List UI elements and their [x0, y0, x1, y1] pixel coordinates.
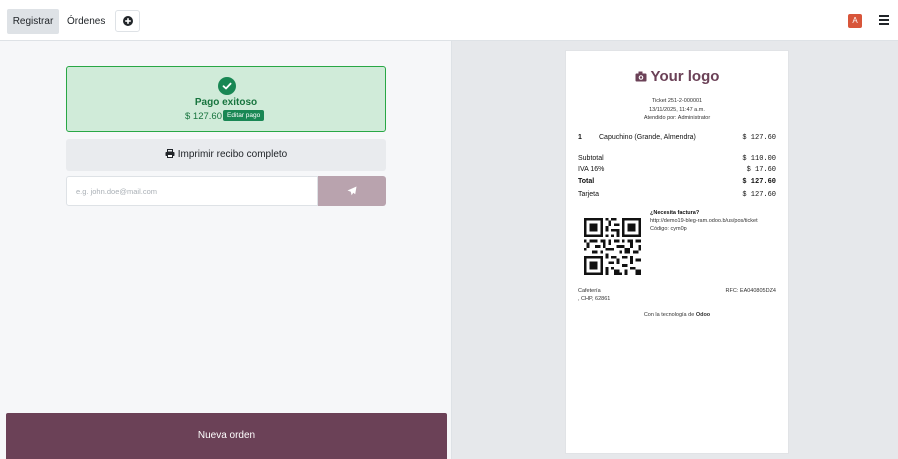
- print-receipt-button[interactable]: Imprimir recibo completo: [66, 139, 386, 171]
- tab-ordenes[interactable]: Órdenes: [60, 9, 112, 34]
- receipt-datetime: 13/11/2025, 11:47 a.m.: [649, 107, 705, 113]
- add-order-button[interactable]: [115, 10, 140, 32]
- receipt-ticket-number: Ticket 251-2-000001: [651, 98, 703, 104]
- receipt-payment-row: Tarjeta $ 127.60: [578, 191, 776, 199]
- company-name: Cafetería: [578, 288, 601, 294]
- total-value: $ 127.60: [742, 178, 776, 186]
- receipt-preview-pane: Your logo Ticket 251-2-000001 13/11/2025…: [452, 41, 898, 459]
- footer-prefix: Con la tecnología de: [643, 312, 695, 318]
- invoice-qr-code: [584, 218, 641, 275]
- payment-method-label: Tarjeta: [578, 191, 600, 198]
- new-order-button[interactable]: Nueva orden: [6, 413, 447, 459]
- payment-method-amount: $ 127.60: [742, 191, 776, 199]
- email-input[interactable]: [66, 176, 318, 206]
- invoice-url: http://demo19-bleg-ram.odoo.b/us/pos/tic…: [650, 218, 758, 224]
- company-address: , CHP, 62861: [578, 296, 611, 302]
- edit-payment-button[interactable]: Editar pago: [223, 110, 265, 121]
- receipt-total-row: Total $ 127.60: [578, 178, 776, 186]
- line-item-price: $ 127.60: [742, 134, 776, 142]
- check-circle-icon: [218, 77, 236, 95]
- receipt-footer: Con la tecnología de Odoo: [566, 312, 788, 318]
- subtotal-value: $ 110.00: [742, 155, 776, 163]
- receipt-logo: Your logo: [566, 68, 788, 85]
- user-avatar[interactable]: A: [848, 14, 862, 28]
- subtotal-label: Subtotal: [578, 155, 604, 162]
- paper-plane-icon: [347, 186, 357, 196]
- receipt-line-item: 1 Capuchino (Grande, Almendra) $ 127.60: [578, 134, 776, 142]
- invoice-title: ¿Necesita factura?: [650, 210, 700, 216]
- receipt: Your logo Ticket 251-2-000001 13/11/2025…: [565, 50, 789, 454]
- receipt-tax-row: IVA 16% $ 17.60: [578, 166, 776, 174]
- payment-amount: $ 127.60: [185, 111, 222, 122]
- invoice-code: Código: cym0p: [650, 226, 687, 232]
- receipt-served-by: Atendido por: Administrator: [643, 115, 711, 121]
- hamburger-icon[interactable]: [879, 15, 889, 25]
- payment-success-title: Pago exitoso: [194, 97, 258, 108]
- top-navbar: Registrar Órdenes A: [0, 0, 898, 41]
- receipt-logo-text: Your logo: [650, 68, 720, 85]
- tax-value: $ 17.60: [746, 166, 776, 174]
- receipt-subtotal-row: Subtotal $ 110.00: [578, 155, 776, 163]
- tab-registrar[interactable]: Registrar: [7, 9, 59, 34]
- send-email-button[interactable]: [318, 176, 386, 206]
- total-label: Total: [578, 178, 595, 185]
- printer-icon: [165, 149, 175, 158]
- plus-circle-icon: [123, 16, 133, 26]
- footer-brand: Odoo: [695, 312, 711, 318]
- payment-pane: Pago exitoso $ 127.60 Editar pago Imprim…: [0, 41, 452, 459]
- company-rfc: RFC: EA040805DZ4: [725, 288, 776, 294]
- line-item-qty: 1: [578, 134, 582, 141]
- line-item-name: Capuchino (Grande, Almendra): [599, 134, 696, 141]
- print-receipt-label: Imprimir recibo completo: [177, 149, 288, 160]
- camera-icon: [635, 71, 647, 82]
- tax-label: IVA 16%: [578, 166, 605, 173]
- payment-success-alert: Pago exitoso $ 127.60 Editar pago: [66, 66, 386, 132]
